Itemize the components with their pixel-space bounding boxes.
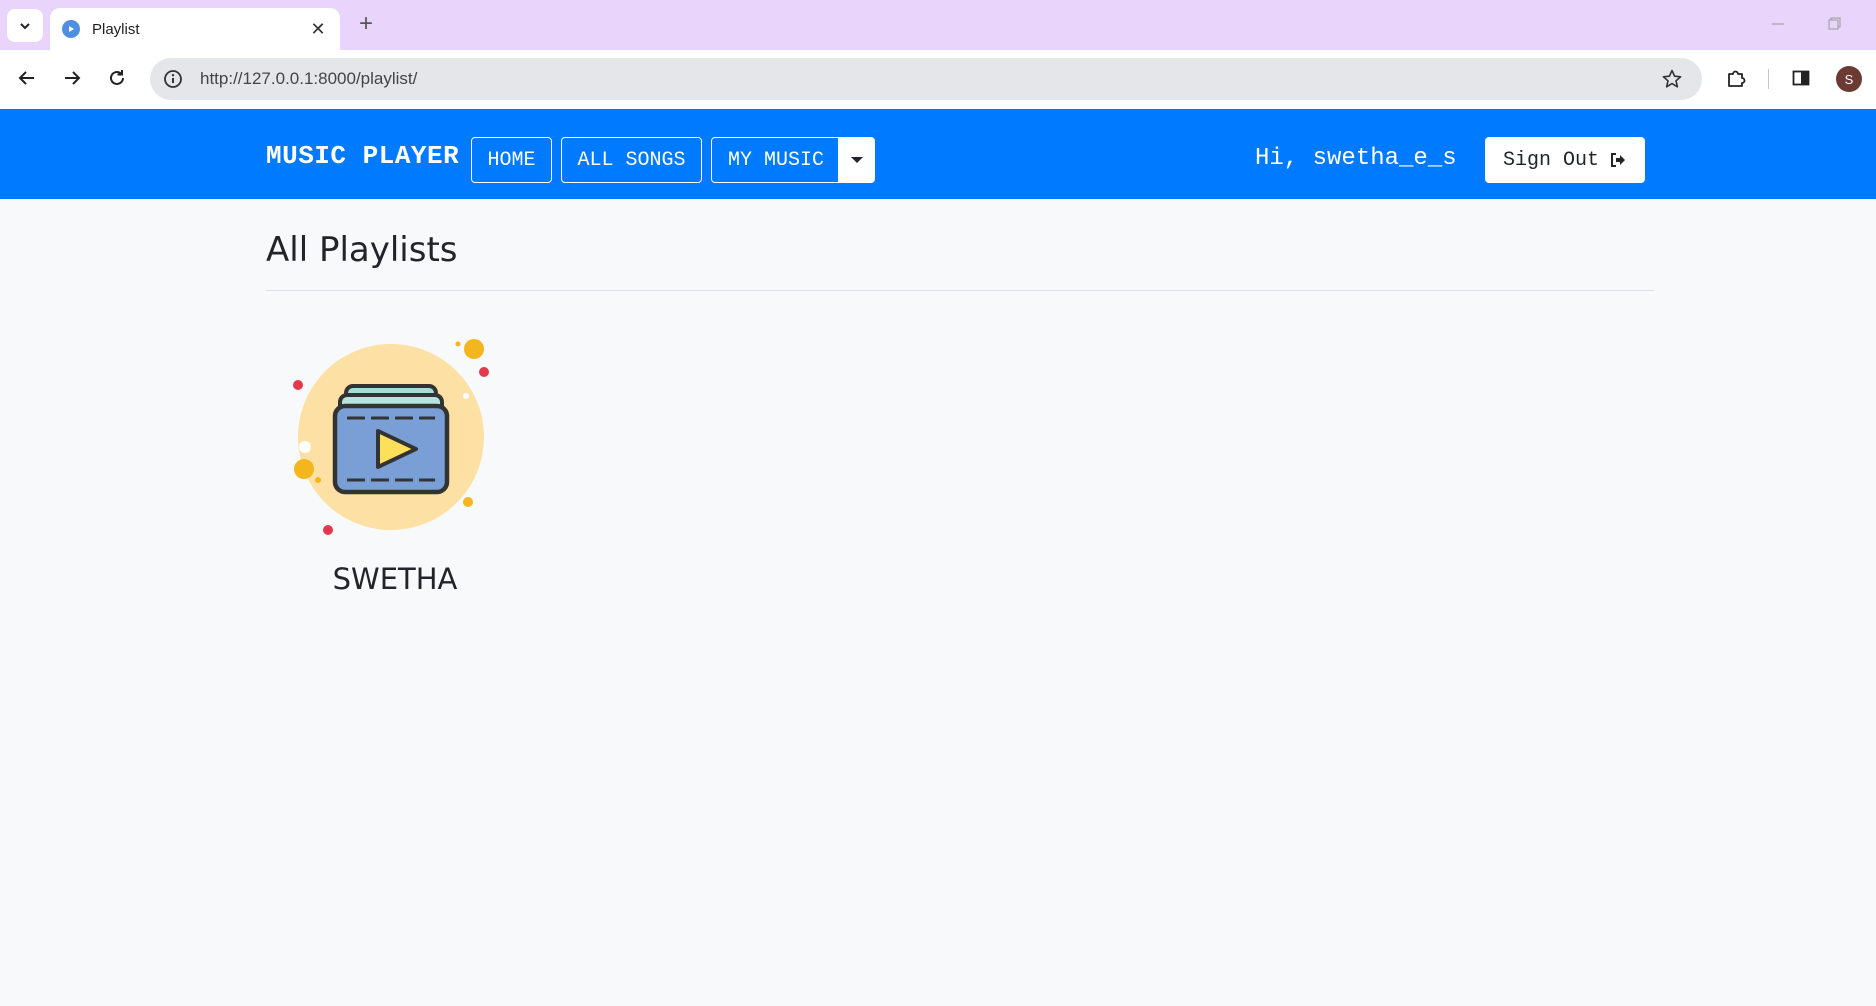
reload-icon bbox=[110, 70, 124, 85]
extensions-button[interactable] bbox=[1720, 62, 1752, 94]
new-tab-button[interactable]: + bbox=[354, 12, 378, 36]
tab-search-button[interactable] bbox=[7, 9, 43, 42]
close-tab-icon[interactable]: ✕ bbox=[306, 17, 330, 41]
tab-title: Playlist bbox=[92, 20, 140, 38]
browser-tab-active[interactable]: Playlist ✕ bbox=[50, 8, 340, 50]
profile-avatar[interactable]: S bbox=[1836, 66, 1862, 92]
playlist-video-icon[interactable] bbox=[280, 330, 510, 540]
restore-icon[interactable] bbox=[1822, 16, 1846, 32]
browser-toolbar: http://127.0.0.1:8000/playlist/ S bbox=[0, 50, 1876, 109]
address-bar[interactable]: http://127.0.0.1:8000/playlist/ bbox=[150, 58, 1702, 100]
user-greeting: Hi, swetha_e_s bbox=[1255, 145, 1457, 172]
nav-my-music-button[interactable]: MY MUSIC bbox=[711, 137, 841, 183]
sign-out-icon bbox=[1611, 153, 1625, 167]
brand-logo[interactable]: MUSIC PLAYER bbox=[266, 141, 459, 171]
playlist-card[interactable]: SWETHA bbox=[280, 330, 510, 610]
page-title: All Playlists bbox=[266, 230, 458, 270]
forward-button[interactable] bbox=[56, 62, 88, 94]
sign-out-label: Sign Out bbox=[1502, 148, 1599, 172]
puzzle-icon bbox=[1728, 70, 1746, 87]
browser-tab-strip: Playlist ✕ + bbox=[0, 0, 1876, 50]
sign-out-button[interactable]: Sign Out bbox=[1485, 137, 1645, 183]
reload-button[interactable] bbox=[101, 62, 133, 94]
title-divider bbox=[266, 290, 1654, 291]
my-music-dropdown-toggle[interactable] bbox=[838, 137, 875, 183]
bookmark-star-icon[interactable] bbox=[1658, 65, 1686, 93]
arrow-right-icon bbox=[65, 71, 81, 85]
back-button[interactable] bbox=[11, 62, 43, 94]
playlist-name[interactable]: SWETHA bbox=[280, 562, 510, 596]
caret-down-icon bbox=[850, 157, 863, 163]
nav-all-songs-button[interactable]: ALL SONGS bbox=[561, 137, 702, 183]
toolbar-separator bbox=[1768, 69, 1769, 89]
arrow-left-icon bbox=[18, 71, 34, 85]
side-panel-button[interactable] bbox=[1785, 62, 1817, 94]
play-favicon-icon bbox=[62, 20, 80, 38]
url-text[interactable]: http://127.0.0.1:8000/playlist/ bbox=[200, 69, 1658, 89]
side-panel-icon bbox=[1792, 70, 1810, 86]
site-info-icon[interactable] bbox=[162, 68, 184, 90]
chevron-down-icon bbox=[20, 22, 30, 29]
nav-home-button[interactable]: HOME bbox=[471, 137, 552, 183]
app-navbar: MUSIC PLAYER HOME ALL SONGS MY MUSIC Hi,… bbox=[0, 109, 1876, 199]
minimize-icon[interactable] bbox=[1766, 16, 1790, 32]
